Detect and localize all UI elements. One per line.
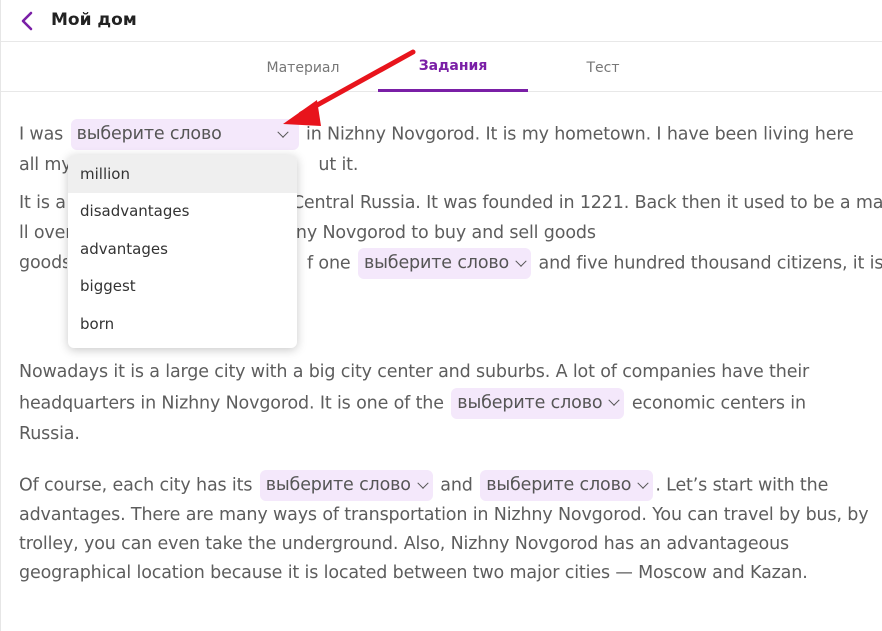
paragraph-text: and five hundred thousand citizens, it i… bbox=[538, 253, 882, 274]
paragraph-text: and bbox=[440, 475, 473, 496]
word-select-3[interactable]: выберите слово bbox=[451, 387, 625, 419]
word-dropdown-menu: million disadvantages advantages biggest… bbox=[68, 155, 297, 348]
dropdown-option-million[interactable]: million bbox=[68, 155, 297, 193]
select-placeholder: выберите слово bbox=[265, 475, 411, 495]
dropdown-option-born[interactable]: born bbox=[68, 305, 297, 343]
word-select-4[interactable]: выберите слово bbox=[259, 470, 433, 501]
chevron-down-icon bbox=[417, 477, 429, 489]
dropdown-option-disadvantages[interactable]: disadvantages bbox=[68, 192, 297, 230]
select-placeholder: выберите слово bbox=[457, 392, 603, 413]
paragraph-text: I was bbox=[19, 124, 64, 145]
tab-bar: Материал Задания Тест bbox=[1, 43, 882, 92]
word-select-1[interactable]: выберите слово bbox=[70, 119, 299, 150]
paragraph-text: It is a bbox=[19, 193, 66, 213]
word-select-2[interactable]: выберите слово bbox=[357, 248, 532, 279]
back-arrow-icon[interactable] bbox=[17, 10, 39, 32]
word-select-5[interactable]: выберите слово bbox=[480, 470, 654, 501]
paragraph-3: Nowadays it is a large city with a big c… bbox=[19, 357, 869, 449]
select-placeholder: выберите слово bbox=[486, 475, 632, 495]
page-title: Мой дом bbox=[51, 10, 137, 30]
select-placeholder: выберите слово bbox=[363, 253, 510, 273]
tab-tasks[interactable]: Задания bbox=[378, 43, 528, 92]
paragraph-text: Of course, each city has its bbox=[19, 475, 253, 496]
paragraph-text: f one bbox=[307, 253, 351, 274]
dropdown-option-biggest[interactable]: biggest bbox=[68, 267, 297, 305]
top-bar: Мой дом bbox=[1, 0, 882, 42]
select-placeholder: выберите слово bbox=[76, 124, 222, 144]
tab-material[interactable]: Материал bbox=[228, 43, 378, 92]
chevron-down-icon bbox=[515, 255, 527, 267]
tab-test[interactable]: Тест bbox=[528, 43, 678, 92]
chevron-down-icon bbox=[608, 394, 621, 406]
dropdown-option-advantages[interactable]: advantages bbox=[68, 230, 297, 268]
paragraph-text: ut it. bbox=[318, 155, 359, 175]
chevron-down-icon bbox=[276, 126, 289, 138]
chevron-down-icon bbox=[637, 477, 649, 489]
paragraph-text: Central Russia. It was founded in 1221. … bbox=[291, 193, 882, 213]
paragraph-4: Of course, each city has its выберите сл… bbox=[19, 470, 869, 588]
exercise-page: Мой дом Материал Задания Тест I was выбе… bbox=[0, 0, 882, 631]
